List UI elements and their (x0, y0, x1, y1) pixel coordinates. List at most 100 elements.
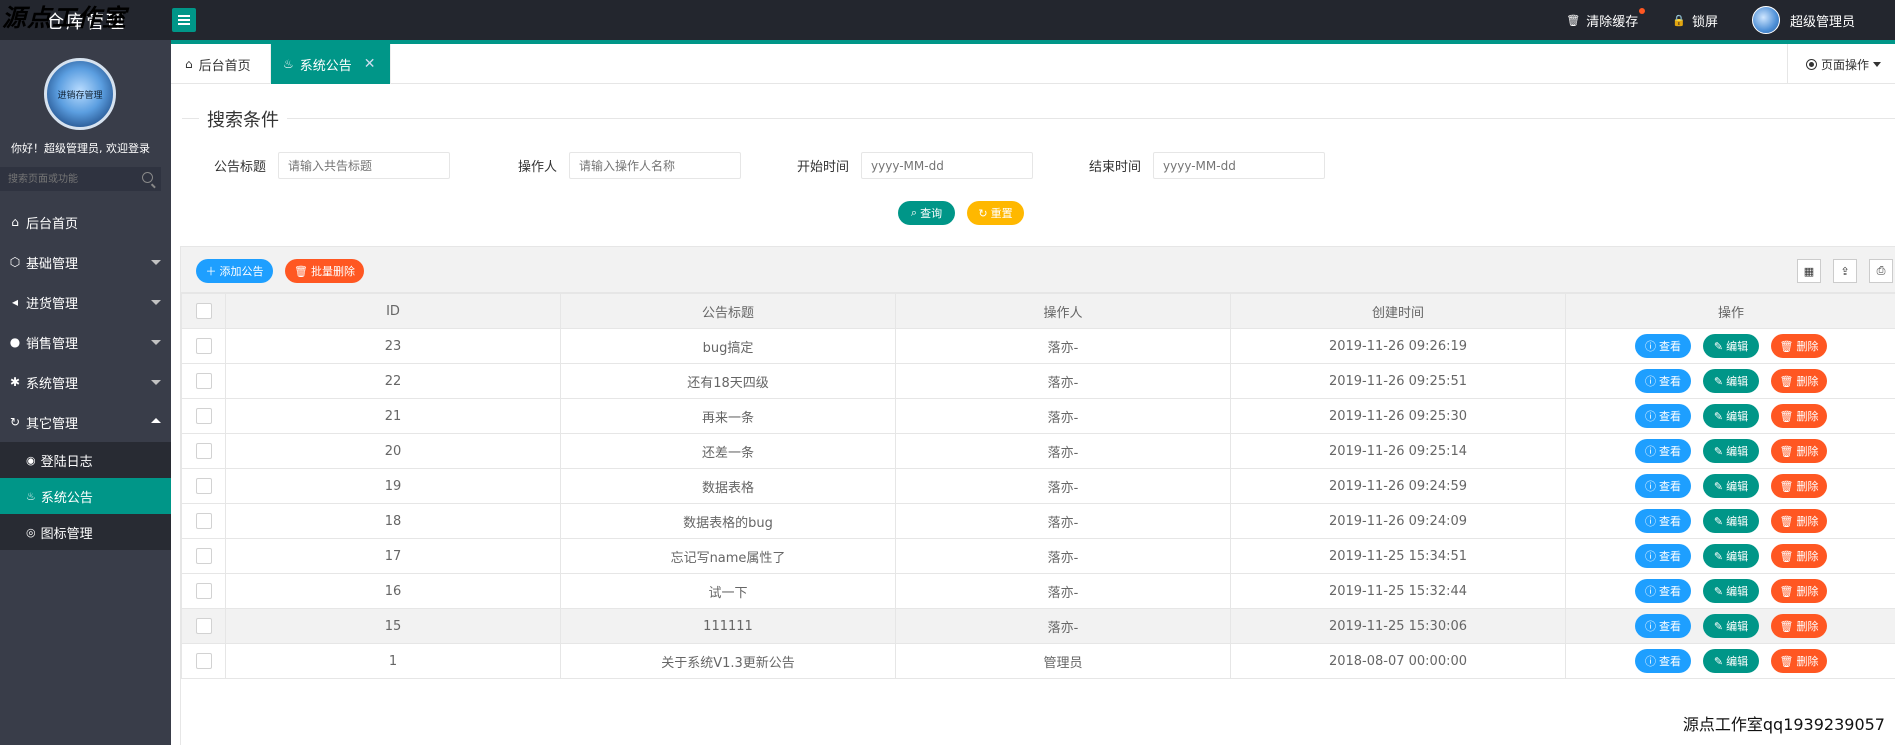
table-row[interactable]: 16 试一下 落亦- 2019-11-25 15:32:44 ⓘ 查看 ✎ 编辑 🗑 删除 (181, 573, 1895, 609)
table-row[interactable]: 1 关于系统V1.3更新公告 管理员 2018-08-07 00:00:00 ⓘ 查看 ✎ 编… (181, 643, 1895, 679)
table-row[interactable]: 19 数据表格 落亦- 2019-11-26 09:24:59 ⓘ 查看 ✎ 编辑 🗑 删除 (181, 468, 1895, 504)
row-select-cell[interactable] (181, 328, 226, 364)
edit-button[interactable]: ✎ 编辑 (1703, 474, 1759, 498)
sidebar-item-sales[interactable]: ● 销售管理 (0, 322, 171, 362)
reset-button[interactable]: ↻ 重置 (967, 201, 1024, 225)
column-header-created[interactable]: 创建时间 (1230, 293, 1566, 329)
clear-cache-button[interactable]: 🗑 清除缓存 (1566, 7, 1646, 30)
sidebar-search-input[interactable] (0, 167, 161, 191)
row-checkbox[interactable] (195, 653, 212, 669)
edit-button[interactable]: ✎ 编辑 (1703, 369, 1759, 393)
row-select-cell[interactable] (181, 433, 226, 469)
edit-label: 编辑 (1726, 515, 1749, 528)
table-row[interactable]: 23 bug搞定 落亦- 2019-11-26 09:26:19 ⓘ 查看 ✎ 编辑 🗑 删除 (181, 328, 1895, 364)
view-button[interactable]: ⓘ 查看 (1635, 649, 1691, 673)
select-all-cell[interactable] (181, 293, 226, 329)
view-button[interactable]: ⓘ 查看 (1635, 334, 1691, 358)
row-select-cell[interactable] (181, 608, 226, 644)
row-select-cell[interactable] (181, 363, 226, 399)
row-checkbox[interactable] (195, 338, 212, 354)
view-button[interactable]: ⓘ 查看 (1635, 474, 1691, 498)
edit-button[interactable]: ✎ 编辑 (1703, 579, 1759, 603)
trash-icon: 🗑 (1779, 514, 1794, 528)
row-select-cell[interactable] (181, 503, 226, 539)
view-button[interactable]: ⓘ 查看 (1635, 544, 1691, 568)
edit-button[interactable]: ✎ 编辑 (1703, 614, 1759, 638)
row-select-cell[interactable] (181, 538, 226, 574)
query-button[interactable]: ⌕ 查询 (898, 201, 955, 225)
row-select-cell[interactable] (181, 573, 226, 609)
operator-input[interactable] (569, 152, 742, 179)
row-checkbox[interactable] (195, 583, 212, 599)
delete-button[interactable]: 🗑 删除 (1771, 614, 1827, 638)
sidebar-subitem-icons[interactable]: ◎ 图标管理 (0, 514, 171, 550)
sidebar-item-purchase[interactable]: ◂ 进货管理 (0, 282, 171, 322)
delete-button[interactable]: 🗑 删除 (1771, 439, 1827, 463)
table-row[interactable]: 17 忘记写name属性了 落亦- 2019-11-25 15:34:51 ⓘ 查看 ✎ 编辑… (181, 538, 1895, 574)
sidebar-subitem-announcement[interactable]: ♨ 系统公告 (0, 478, 171, 514)
view-button[interactable]: ⓘ 查看 (1635, 439, 1691, 463)
delete-button[interactable]: 🗑 删除 (1771, 404, 1827, 428)
delete-button[interactable]: 🗑 删除 (1771, 474, 1827, 498)
lock-screen-button[interactable]: 🔒 锁屏 (1672, 11, 1718, 30)
row-checkbox[interactable] (195, 513, 212, 529)
user-name[interactable]: 超级管理员 (1790, 11, 1855, 30)
sidebar-item-basic[interactable]: ⬡ 基础管理 (0, 242, 171, 282)
column-header-title[interactable]: 公告标题 (560, 293, 896, 329)
column-header-id[interactable]: ID (225, 293, 561, 329)
view-button[interactable]: ⓘ 查看 (1635, 509, 1691, 533)
title-input[interactable] (278, 152, 451, 179)
pencil-icon: ✎ (1713, 339, 1724, 353)
column-header-operator[interactable]: 操作人 (895, 293, 1231, 329)
hamburger-icon[interactable] (172, 8, 196, 32)
print-icon[interactable]: ⎙ (1869, 259, 1893, 283)
view-button[interactable]: ⓘ 查看 (1635, 614, 1691, 638)
edit-button[interactable]: ✎ 编辑 (1703, 649, 1759, 673)
columns-filter-icon[interactable]: ▦ (1797, 259, 1821, 283)
row-select-cell[interactable] (181, 398, 226, 434)
row-checkbox[interactable] (195, 373, 212, 389)
table-row[interactable]: 22 还有18天四级 落亦- 2019-11-26 09:25:51 ⓘ 查看 ✎ 编辑 🗑 删除 (181, 363, 1895, 399)
edit-button[interactable]: ✎ 编辑 (1703, 334, 1759, 358)
row-select-cell[interactable] (181, 468, 226, 504)
select-all-checkbox[interactable] (195, 303, 212, 319)
add-announcement-button[interactable]: ＋ 添加公告 (196, 259, 273, 283)
start-time-input[interactable] (861, 152, 1034, 179)
row-checkbox[interactable] (195, 478, 212, 494)
table-row[interactable]: 18 数据表格的bug 落亦- 2019-11-26 09:24:09 ⓘ 查看 ✎ 编辑 🗑 删… (181, 503, 1895, 539)
row-select-cell[interactable] (181, 643, 226, 679)
edit-button[interactable]: ✎ 编辑 (1703, 509, 1759, 533)
row-checkbox[interactable] (195, 443, 212, 459)
table-row[interactable]: 21 再来一条 落亦- 2019-11-26 09:25:30 ⓘ 查看 ✎ 编辑 🗑 删除 (181, 398, 1895, 434)
delete-button[interactable]: 🗑 删除 (1771, 649, 1827, 673)
tab-announcement[interactable]: ♨ 系统公告 ✕ (271, 44, 391, 84)
delete-button[interactable]: 🗑 删除 (1771, 544, 1827, 568)
tab-home[interactable]: ⌂ 后台首页 (173, 44, 271, 84)
table-row[interactable]: 20 还差一条 落亦- 2019-11-26 09:25:14 ⓘ 查看 ✎ 编辑 🗑 删除 (181, 433, 1895, 469)
view-button[interactable]: ⓘ 查看 (1635, 404, 1691, 428)
page-operations-dropdown[interactable]: 页面操作 (1787, 44, 1895, 84)
edit-button[interactable]: ✎ 编辑 (1703, 544, 1759, 568)
sidebar-subitem-login-log[interactable]: ◉ 登陆日志 (0, 442, 171, 478)
view-button[interactable]: ⓘ 查看 (1635, 579, 1691, 603)
delete-button[interactable]: 🗑 删除 (1771, 369, 1827, 393)
end-time-input[interactable] (1153, 152, 1326, 179)
delete-button[interactable]: 🗑 删除 (1771, 334, 1827, 358)
sidebar-item-other[interactable]: ↻ 其它管理 (0, 402, 171, 442)
search-icon[interactable] (142, 172, 153, 183)
row-checkbox[interactable] (195, 548, 212, 564)
edit-button[interactable]: ✎ 编辑 (1703, 439, 1759, 463)
view-button[interactable]: ⓘ 查看 (1635, 369, 1691, 393)
export-icon[interactable]: ⇪ (1833, 259, 1857, 283)
sidebar-item-home[interactable]: ⌂ 后台首页 (0, 202, 171, 242)
row-checkbox[interactable] (195, 618, 212, 634)
user-avatar[interactable] (1751, 6, 1780, 34)
row-checkbox[interactable] (195, 408, 212, 424)
delete-button[interactable]: 🗑 删除 (1771, 579, 1827, 603)
edit-button[interactable]: ✎ 编辑 (1703, 404, 1759, 428)
delete-button[interactable]: 🗑 删除 (1771, 509, 1827, 533)
sidebar-item-system[interactable]: ✱ 系统管理 (0, 362, 171, 402)
table-row[interactable]: 15 111111 落亦- 2019-11-25 15:30:06 ⓘ 查看 ✎ 编辑 🗑 删除 (181, 608, 1895, 644)
batch-delete-button[interactable]: 🗑 批量删除 (285, 259, 364, 283)
close-icon[interactable]: ✕ (364, 56, 376, 72)
